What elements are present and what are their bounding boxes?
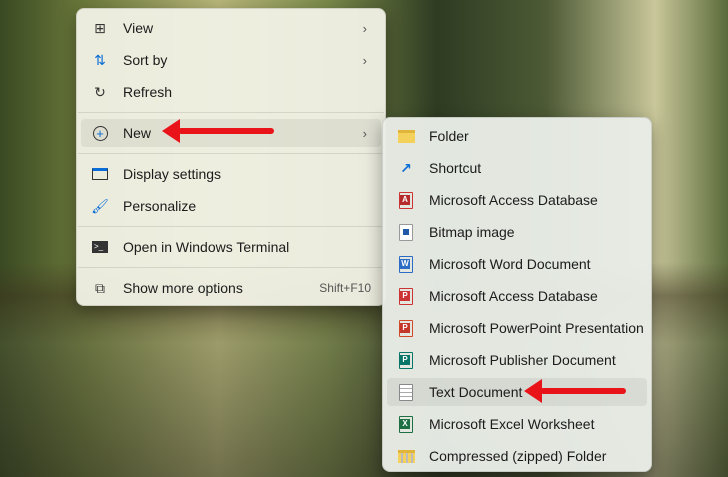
submenu-item-access-database-2[interactable]: P Microsoft Access Database (387, 282, 647, 310)
separator (78, 267, 384, 268)
publisher-icon: P (397, 351, 415, 369)
new-submenu: Folder ↗ Shortcut A Microsoft Access Datab… (382, 117, 652, 472)
submenu-item-access-database[interactable]: A Microsoft Access Database (387, 186, 647, 214)
powerpoint-icon: P (397, 319, 415, 337)
menu-item-sort-by[interactable]: ⇅ Sort by › (81, 46, 381, 74)
menu-item-show-more-options[interactable]: ⧉ Show more options Shift+F10 (81, 274, 381, 302)
separator (78, 112, 384, 113)
submenu-item-word-document[interactable]: W Microsoft Word Document (387, 250, 647, 278)
chevron-right-icon: › (362, 125, 367, 141)
submenu-item-shortcut[interactable]: ↗ Shortcut (387, 154, 647, 182)
submenu-item-bitmap-image[interactable]: Bitmap image (387, 218, 647, 246)
folder-icon (397, 127, 415, 145)
terminal-icon: >_ (91, 238, 109, 256)
submenu-item-folder[interactable]: Folder (387, 122, 647, 150)
desktop-context-menu: ⊞ View › ⇅ Sort by › ↻ Refresh + New › Display … (76, 8, 386, 306)
menu-item-refresh[interactable]: ↻ Refresh (81, 78, 381, 106)
submenu-item-zipped-folder[interactable]: Compressed (zipped) Folder (387, 442, 647, 470)
access-icon: P (397, 287, 415, 305)
submenu-item-powerpoint[interactable]: P Microsoft PowerPoint Presentation (387, 314, 647, 342)
word-icon: W (397, 255, 415, 273)
menu-item-view[interactable]: ⊞ View › (81, 14, 381, 42)
plus-circle-icon: + (91, 124, 109, 142)
sort-icon: ⇅ (94, 51, 106, 68)
submenu-item-excel[interactable]: X Microsoft Excel Worksheet (387, 410, 647, 438)
chevron-right-icon: › (362, 52, 367, 68)
chevron-right-icon: › (362, 20, 367, 36)
grid-icon: ⊞ (94, 19, 106, 36)
bitmap-icon (397, 223, 415, 241)
submenu-item-publisher[interactable]: P Microsoft Publisher Document (387, 346, 647, 374)
menu-item-personalize[interactable]: 🖌 Personalize (81, 192, 381, 220)
menu-item-open-terminal[interactable]: >_ Open in Windows Terminal (81, 233, 381, 261)
display-icon (91, 165, 109, 183)
refresh-icon: ↻ (94, 83, 106, 100)
menu-item-display-settings[interactable]: Display settings (81, 160, 381, 188)
zip-folder-icon (397, 447, 415, 465)
brush-icon: 🖌 (91, 197, 109, 214)
expand-icon: ⧉ (95, 279, 105, 296)
text-document-icon (397, 383, 415, 401)
shortcut-icon: ↗ (400, 159, 412, 176)
access-icon: A (397, 191, 415, 209)
annotation-arrow-new (162, 119, 274, 143)
separator (78, 226, 384, 227)
separator (78, 153, 384, 154)
excel-icon: X (397, 415, 415, 433)
annotation-arrow-text-document (524, 379, 626, 403)
